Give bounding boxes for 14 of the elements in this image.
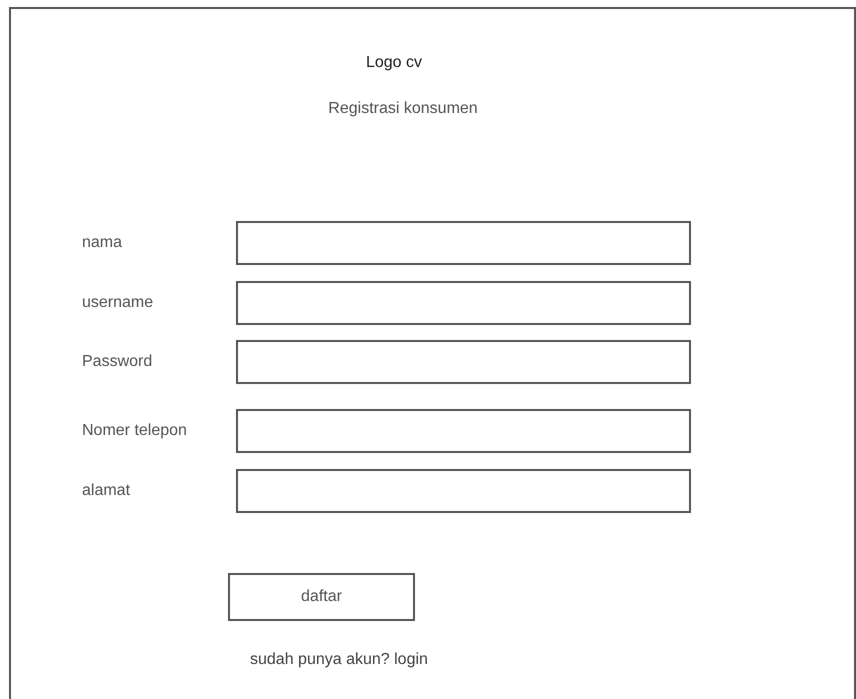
input-field[interactable] xyxy=(236,469,691,513)
register-button[interactable]: daftar xyxy=(228,573,415,621)
field-label: Nomer telepon xyxy=(82,422,188,440)
input-field[interactable] xyxy=(236,340,691,384)
field-label: alamat xyxy=(82,482,132,500)
input-field[interactable] xyxy=(236,281,691,325)
page-title: Registrasi konsumen xyxy=(328,100,478,118)
field-label: Password xyxy=(82,353,154,371)
field-label: nama xyxy=(82,234,124,252)
logo-text: Logo cv xyxy=(366,54,422,72)
login-prompt: sudah punya akun? login xyxy=(250,651,429,669)
input-field[interactable] xyxy=(236,409,691,453)
field-label: username xyxy=(82,294,154,312)
input-field[interactable] xyxy=(236,221,691,265)
